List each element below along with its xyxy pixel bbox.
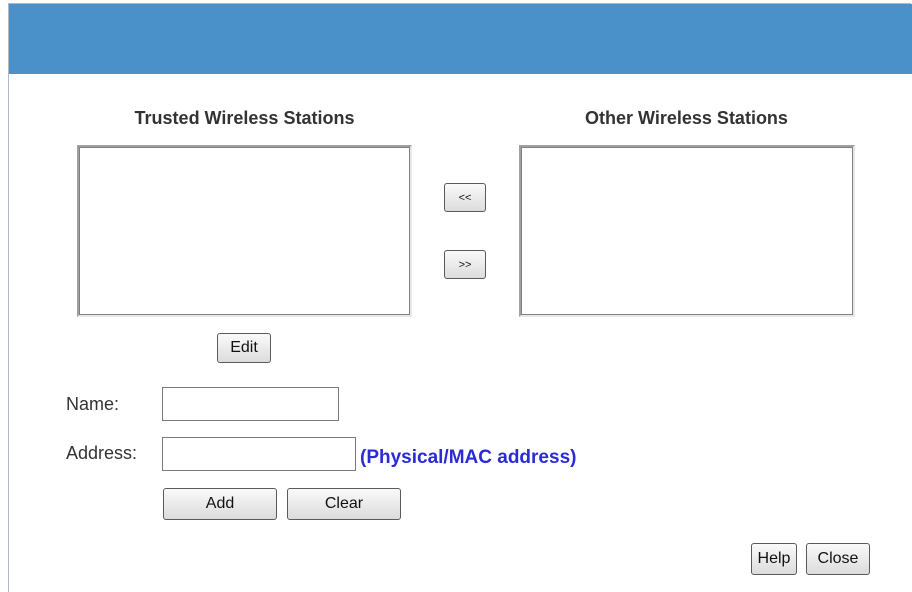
- trusted-stations-title: Trusted Wireless Stations: [134, 108, 355, 128]
- close-button[interactable]: Close: [806, 543, 870, 575]
- edit-button[interactable]: Edit: [217, 333, 271, 363]
- move-to-other-button[interactable]: >>: [444, 250, 486, 279]
- name-label: Name:: [66, 394, 120, 414]
- other-stations-title: Other Wireless Stations: [585, 108, 788, 128]
- help-button[interactable]: Help: [751, 543, 797, 575]
- header-bar: [9, 4, 912, 74]
- clear-button[interactable]: Clear: [287, 488, 401, 520]
- address-input[interactable]: [162, 437, 356, 471]
- address-label: Address:: [66, 443, 138, 463]
- trusted-stations-dialog: Trusted Wireless Stations << >> Other Wi…: [0, 0, 912, 592]
- move-to-trusted-button[interactable]: <<: [444, 183, 486, 212]
- name-input[interactable]: [162, 387, 339, 421]
- trusted-stations-list[interactable]: [77, 145, 412, 317]
- add-button[interactable]: Add: [163, 488, 277, 520]
- other-stations-list[interactable]: [519, 145, 855, 317]
- mac-address-hint: (Physical/MAC address): [360, 447, 577, 468]
